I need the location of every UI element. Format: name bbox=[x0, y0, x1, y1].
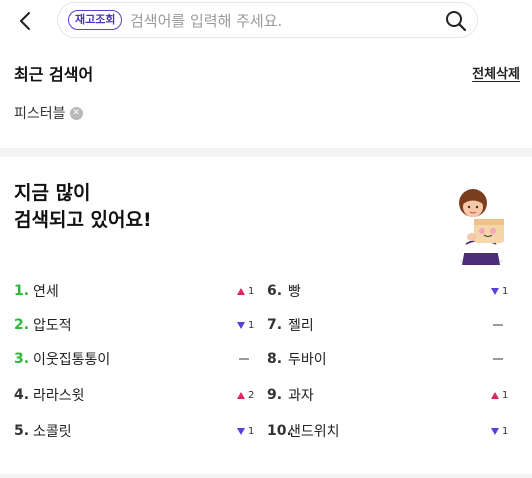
rank-down-icon bbox=[491, 287, 499, 295]
stock-check-badge[interactable]: 재고조회 bbox=[68, 10, 123, 30]
rank-term[interactable]: 샌드위치 bbox=[288, 421, 340, 441]
person-holding-box-illustration bbox=[459, 189, 504, 265]
rank-change: 1 bbox=[491, 384, 508, 406]
search-input[interactable] bbox=[128, 8, 442, 34]
rank-number: 1. bbox=[14, 283, 30, 299]
rank-number: 3. bbox=[14, 351, 30, 367]
ranking-item[interactable]: 6. 빵 bbox=[267, 280, 301, 302]
rank-term[interactable]: 라라스윗 bbox=[33, 385, 85, 405]
rank-term[interactable]: 이웃집통통이 bbox=[33, 349, 110, 369]
trending-title-line1: 지금 많이 bbox=[14, 182, 91, 204]
rank-change-amount: 1 bbox=[248, 319, 255, 331]
no-change-icon bbox=[239, 358, 249, 360]
rank-number: 5. bbox=[14, 423, 30, 439]
rank-term[interactable]: 과자 bbox=[288, 385, 314, 405]
clear-all-button[interactable]: 전체삭제 bbox=[472, 63, 520, 82]
remove-icon[interactable]: ✕ bbox=[69, 106, 83, 120]
ranking-item[interactable]: 2. 압도적 bbox=[14, 314, 72, 336]
ranking-item[interactable]: 8. 두바이 bbox=[267, 348, 327, 370]
ranking-item[interactable]: 5. 소콜릿 bbox=[14, 420, 72, 442]
ranking-item[interactable]: 9. 과자 bbox=[267, 384, 314, 406]
rank-down-icon bbox=[491, 427, 499, 435]
back-button[interactable] bbox=[16, 10, 36, 32]
recent-searches-title: 최근 검색어 bbox=[14, 65, 94, 84]
ranking-item[interactable]: 1. 연세 bbox=[14, 280, 59, 302]
rank-change-amount: 1 bbox=[502, 425, 509, 437]
rank-number: 9. bbox=[267, 387, 283, 403]
search-icon[interactable] bbox=[445, 10, 467, 32]
no-change-icon bbox=[493, 324, 503, 326]
rank-number: 6. bbox=[267, 283, 283, 299]
rank-term[interactable]: 소콜릿 bbox=[33, 421, 72, 441]
rank-up-icon bbox=[237, 287, 245, 295]
rank-change: 1 bbox=[237, 314, 254, 336]
ranking-item[interactable]: 3. 이웃집통통이 bbox=[14, 348, 110, 370]
rank-term[interactable]: 두바이 bbox=[288, 349, 327, 369]
trending-title: 지금 많이 검색되고 있어요! bbox=[14, 180, 152, 234]
ranking-item[interactable]: 10. 샌드위치 bbox=[267, 420, 340, 442]
rank-change-amount: 1 bbox=[248, 425, 255, 437]
rank-change-amount: 1 bbox=[248, 285, 255, 297]
bottom-divider bbox=[0, 474, 532, 478]
no-change-icon bbox=[493, 358, 503, 360]
search-bar[interactable]: 재고조회 bbox=[57, 2, 478, 38]
rank-change bbox=[493, 314, 503, 336]
rank-number: 7. bbox=[267, 317, 283, 333]
rank-number: 4. bbox=[14, 387, 30, 403]
rank-change: 2 bbox=[237, 384, 254, 406]
rank-change-amount: 2 bbox=[248, 389, 255, 401]
rank-term[interactable]: 빵 bbox=[288, 281, 301, 301]
recent-search-label[interactable]: 피스터블 bbox=[14, 103, 66, 123]
rank-change-amount: 1 bbox=[502, 285, 509, 297]
rank-change bbox=[239, 348, 249, 370]
rank-term[interactable]: 연세 bbox=[33, 281, 59, 301]
rank-down-icon bbox=[237, 427, 245, 435]
trending-title-line2: 검색되고 있어요! bbox=[14, 209, 152, 231]
rank-change: 1 bbox=[237, 280, 254, 302]
ranking-item[interactable]: 7. 젤리 bbox=[267, 314, 314, 336]
rank-up-icon bbox=[491, 391, 499, 399]
rank-change: 1 bbox=[491, 280, 508, 302]
rank-term[interactable]: 압도적 bbox=[33, 315, 72, 335]
rank-change bbox=[493, 348, 503, 370]
chevron-left-icon bbox=[20, 12, 30, 30]
rank-number: 2. bbox=[14, 317, 30, 333]
section-divider bbox=[0, 148, 532, 157]
rank-change: 1 bbox=[237, 420, 254, 442]
rank-number: 10. bbox=[267, 423, 292, 439]
rank-change: 1 bbox=[491, 420, 508, 442]
ranking-item[interactable]: 4. 라라스윗 bbox=[14, 384, 85, 406]
rank-number: 8. bbox=[267, 351, 283, 367]
rank-term[interactable]: 젤리 bbox=[288, 315, 314, 335]
rank-up-icon bbox=[237, 391, 245, 399]
recent-search-chip[interactable]: 피스터블 ✕ bbox=[14, 103, 83, 123]
rank-down-icon bbox=[237, 321, 245, 329]
rank-change-amount: 1 bbox=[502, 389, 509, 401]
